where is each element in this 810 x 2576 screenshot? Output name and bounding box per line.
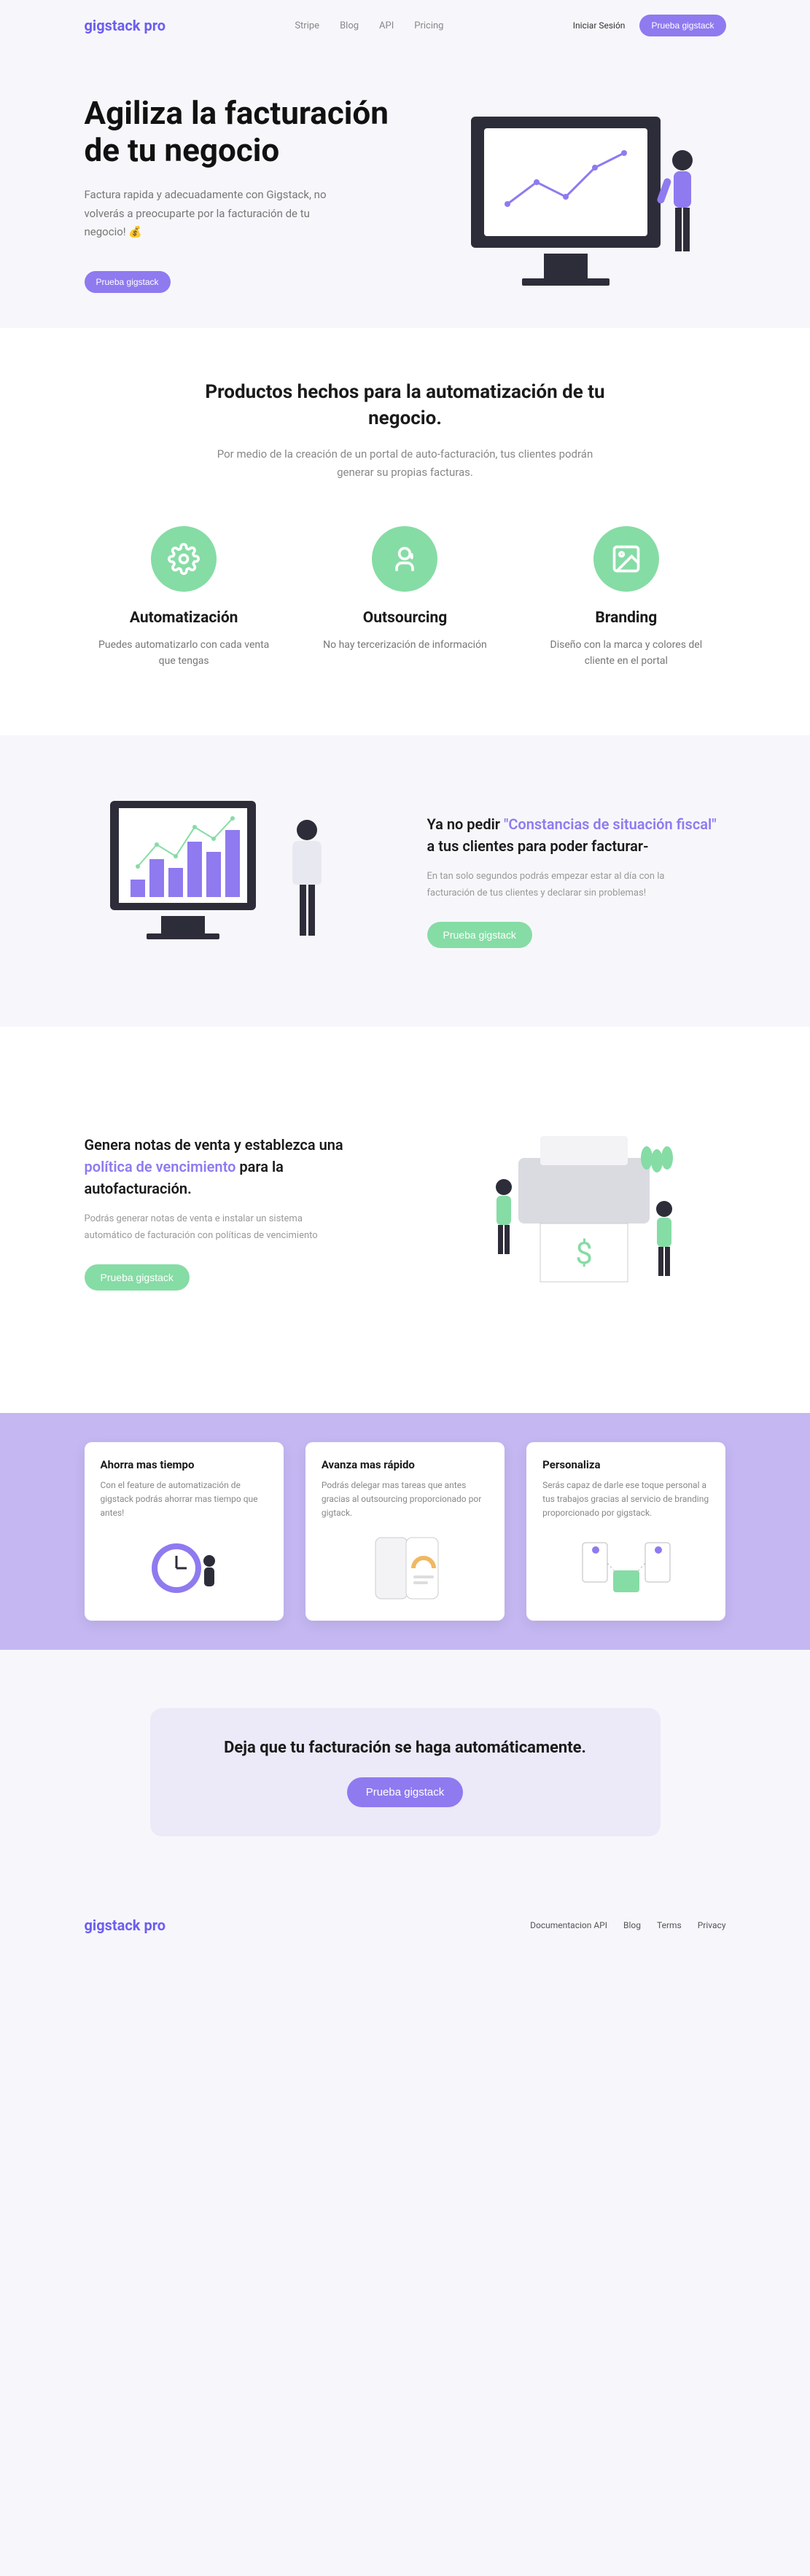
card-personalize: Personaliza Serás capaz de darle ese toq… bbox=[526, 1442, 725, 1621]
phone-illustration bbox=[322, 1532, 488, 1605]
svg-text:$: $ bbox=[575, 1236, 593, 1272]
footer-link-terms[interactable]: Terms bbox=[657, 1920, 682, 1930]
nav-link-api[interactable]: API bbox=[379, 20, 394, 31]
user-icon bbox=[372, 526, 437, 592]
card-desc: Podrás delegar mas tareas que antes grac… bbox=[322, 1479, 488, 1521]
section1-desc: En tan solo segundos podrás empezar esta… bbox=[427, 869, 675, 901]
cards-band: Ahorra mas tiempo Con el feature de auto… bbox=[0, 1413, 810, 1651]
feature-desc: No hay tercerización de información bbox=[317, 637, 492, 653]
hero: Agiliza la facturación de tu negocio Fac… bbox=[85, 51, 726, 328]
feature-desc: Puedes automatizarlo con cada venta que … bbox=[96, 637, 271, 670]
gear-icon bbox=[151, 526, 217, 592]
cta-button[interactable]: Prueba gigstack bbox=[347, 1777, 464, 1807]
card-time: Ahorra mas tiempo Con el feature de auto… bbox=[85, 1442, 284, 1621]
section-notas: Genera notas de venta y establezca una p… bbox=[0, 1027, 810, 1413]
section2-desc: Podrás generar notas de venta e instalar… bbox=[85, 1211, 332, 1243]
products-subtitle: Por medio de la creación de un portal de… bbox=[209, 445, 602, 482]
hero-subtitle: Factura rapida y adecuadamente con Gigst… bbox=[85, 186, 347, 242]
nav-cta-button[interactable]: Prueba gigstack bbox=[639, 15, 725, 36]
footer-link-privacy[interactable]: Privacy bbox=[698, 1920, 726, 1930]
hero-illustration bbox=[456, 95, 719, 299]
feature-title: Outsourcing bbox=[317, 609, 492, 627]
feature-title: Branding bbox=[539, 609, 714, 627]
section2-cta-button[interactable]: Prueba gigstack bbox=[85, 1264, 190, 1291]
section2-heading: Genera notas de venta y establezca una p… bbox=[85, 1134, 383, 1199]
login-link[interactable]: Iniciar Sesión bbox=[573, 20, 626, 31]
feature-automation: Automatización Puedes automatizarlo con … bbox=[96, 526, 271, 670]
nav-link-stripe[interactable]: Stripe bbox=[295, 20, 319, 31]
card-title: Avanza mas rápido bbox=[322, 1458, 488, 1471]
cta-title: Deja que tu facturación se haga automáti… bbox=[179, 1737, 631, 1760]
barchart-illustration bbox=[110, 786, 358, 976]
nav-link-blog[interactable]: Blog bbox=[340, 20, 359, 31]
section1-cta-button[interactable]: Prueba gigstack bbox=[427, 922, 532, 948]
products-title: Productos hechos para la automatización … bbox=[172, 379, 639, 432]
footer-links: Documentacion API Blog Terms Privacy bbox=[530, 1920, 725, 1930]
feature-title: Automatización bbox=[96, 609, 271, 627]
footer: gigstack pro Documentacion API Blog Term… bbox=[85, 1895, 726, 1970]
products-section: Productos hechos para la automatización … bbox=[0, 328, 810, 735]
feature-desc: Diseño con la marca y colores del client… bbox=[539, 637, 714, 670]
card-desc: Serás capaz de darle ese toque personal … bbox=[542, 1479, 709, 1521]
footer-logo: gigstack pro bbox=[85, 1917, 166, 1934]
feature-outsourcing: Outsourcing No hay tercerización de info… bbox=[317, 526, 492, 670]
devices-illustration bbox=[542, 1532, 709, 1605]
feature-branding: Branding Diseño con la marca y colores d… bbox=[539, 526, 714, 670]
card-desc: Con el feature de automatización de gigs… bbox=[101, 1479, 268, 1521]
card-title: Personaliza bbox=[542, 1458, 709, 1471]
footer-link-docs[interactable]: Documentacion API bbox=[530, 1920, 607, 1930]
footer-link-blog[interactable]: Blog bbox=[623, 1920, 641, 1930]
section-constancias: Ya no pedir "Constancias de situación fi… bbox=[85, 735, 726, 1027]
image-icon bbox=[593, 526, 659, 592]
nav-right: Iniciar Sesión Prueba gigstack bbox=[573, 15, 726, 36]
logo: gigstack pro bbox=[85, 17, 166, 34]
printer-illustration: $ bbox=[460, 1129, 693, 1296]
card-title: Ahorra mas tiempo bbox=[101, 1458, 268, 1471]
hero-title: Agiliza la facturación de tu negocio bbox=[85, 95, 420, 168]
clock-illustration bbox=[101, 1532, 268, 1605]
card-speed: Avanza mas rápido Podrás delegar mas tar… bbox=[305, 1442, 505, 1621]
section1-heading: Ya no pedir "Constancias de situación fi… bbox=[427, 813, 726, 857]
hero-cta-button[interactable]: Prueba gigstack bbox=[85, 271, 171, 293]
bottom-cta: Deja que tu facturación se haga automáti… bbox=[150, 1708, 661, 1836]
nav: gigstack pro Stripe Blog API Pricing Ini… bbox=[85, 0, 726, 51]
nav-link-pricing[interactable]: Pricing bbox=[414, 20, 443, 31]
nav-links: Stripe Blog API Pricing bbox=[295, 20, 443, 31]
